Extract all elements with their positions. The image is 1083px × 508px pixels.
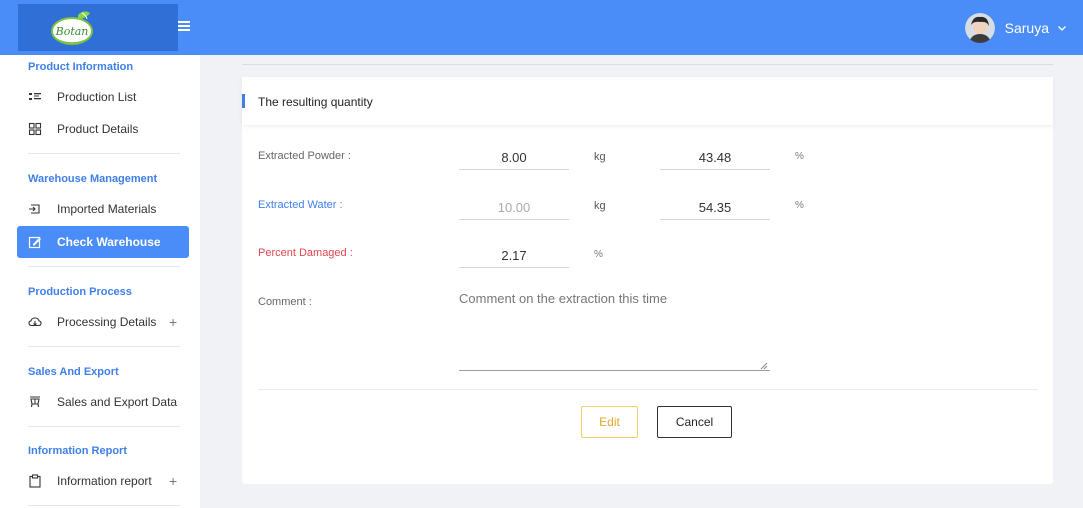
percent-damaged-input[interactable] xyxy=(459,244,569,268)
cart-icon xyxy=(30,396,40,408)
sidebar-item-processing-details[interactable]: Processing Details + xyxy=(17,306,189,338)
sidebar-item-label: Processing Details xyxy=(57,315,157,329)
logo-area: Botan xyxy=(18,4,178,51)
sidebar-item-production-list[interactable]: Production List xyxy=(17,81,189,113)
extracted-water-percent-input[interactable] xyxy=(660,196,770,220)
sidebar-item-label: Imported Materials xyxy=(57,202,157,216)
sidebar-item-information-report[interactable]: Information report + xyxy=(17,465,189,497)
extracted-water-unit: kg xyxy=(594,200,606,212)
sidebar: Product Information Production List Prod… xyxy=(0,55,200,508)
extracted-water-label: Extracted Water : xyxy=(258,199,343,211)
list-icon xyxy=(29,93,41,100)
expand-plus-icon[interactable]: + xyxy=(169,473,177,489)
user-name[interactable]: Saruya xyxy=(1005,20,1049,36)
sidebar-divider xyxy=(28,153,180,154)
user-menu[interactable]: Saruya xyxy=(964,12,1067,44)
resize-grip-icon[interactable] xyxy=(759,361,768,370)
extracted-powder-unit: kg xyxy=(594,151,606,163)
clipboard-icon xyxy=(29,474,41,488)
sidebar-item-label: Check Warehouse xyxy=(57,235,161,249)
extracted-water-input[interactable] xyxy=(459,196,569,220)
extracted-water-percent-unit: % xyxy=(795,200,804,211)
section-title-sales-and-export: Sales And Export xyxy=(28,366,119,378)
comment-textarea[interactable] xyxy=(459,287,770,371)
svg-text:Botan: Botan xyxy=(55,25,89,38)
resulting-quantity-card: The resulting quantity Extracted Powder … xyxy=(242,77,1053,484)
sidebar-item-check-warehouse[interactable]: Check Warehouse xyxy=(17,226,189,258)
card-header: The resulting quantity xyxy=(242,77,1053,125)
sidebar-item-label: Sales and Export Data xyxy=(57,395,178,409)
botanic-logo[interactable]: Botan xyxy=(50,7,94,47)
top-header: Botan Saruya xyxy=(0,0,1083,55)
sidebar-item-label: Information report xyxy=(57,474,152,488)
extracted-powder-percent-input[interactable] xyxy=(660,146,770,170)
sidebar-item-imported-materials[interactable]: Imported Materials xyxy=(17,193,189,225)
form-divider xyxy=(258,389,1038,390)
card-header-accent xyxy=(242,94,245,108)
percent-damaged-unit: % xyxy=(594,249,603,260)
expand-plus-icon[interactable]: + xyxy=(169,314,177,330)
avatar[interactable] xyxy=(964,13,995,43)
sidebar-item-product-details[interactable]: Product Details xyxy=(17,113,189,145)
sidebar-item-label: Product Details xyxy=(57,122,139,136)
sidebar-item-sales-export-data[interactable]: Sales and Export Data xyxy=(17,386,189,418)
card-title: The resulting quantity xyxy=(258,95,373,109)
comment-label: Comment : xyxy=(258,296,312,308)
section-title-information-report: Information Report xyxy=(28,445,127,457)
section-title-warehouse-management: Warehouse Management xyxy=(28,173,158,185)
edit-button[interactable]: Edit xyxy=(581,406,638,438)
sidebar-divider xyxy=(28,426,180,427)
sidebar-divider xyxy=(28,505,180,506)
content-top-divider xyxy=(242,64,1053,65)
import-icon xyxy=(29,204,40,214)
percent-damaged-label: Percent Damaged : xyxy=(258,247,353,259)
sidebar-item-label: Production List xyxy=(57,90,137,104)
sidebar-divider xyxy=(28,266,180,267)
cancel-button[interactable]: Cancel xyxy=(657,406,732,438)
hamburger-icon[interactable] xyxy=(176,18,192,34)
sidebar-divider xyxy=(28,346,180,347)
chevron-down-icon[interactable] xyxy=(1057,23,1067,33)
extracted-powder-percent-unit: % xyxy=(795,151,804,162)
section-title-product-information: Product Information xyxy=(28,61,134,73)
extracted-powder-input[interactable] xyxy=(459,146,569,170)
grid-icon xyxy=(28,122,42,136)
section-title-production-process: Production Process xyxy=(28,286,132,298)
edit-check-icon xyxy=(28,236,41,249)
extracted-powder-label: Extracted Powder : xyxy=(258,150,351,162)
cloud-icon xyxy=(28,317,42,327)
